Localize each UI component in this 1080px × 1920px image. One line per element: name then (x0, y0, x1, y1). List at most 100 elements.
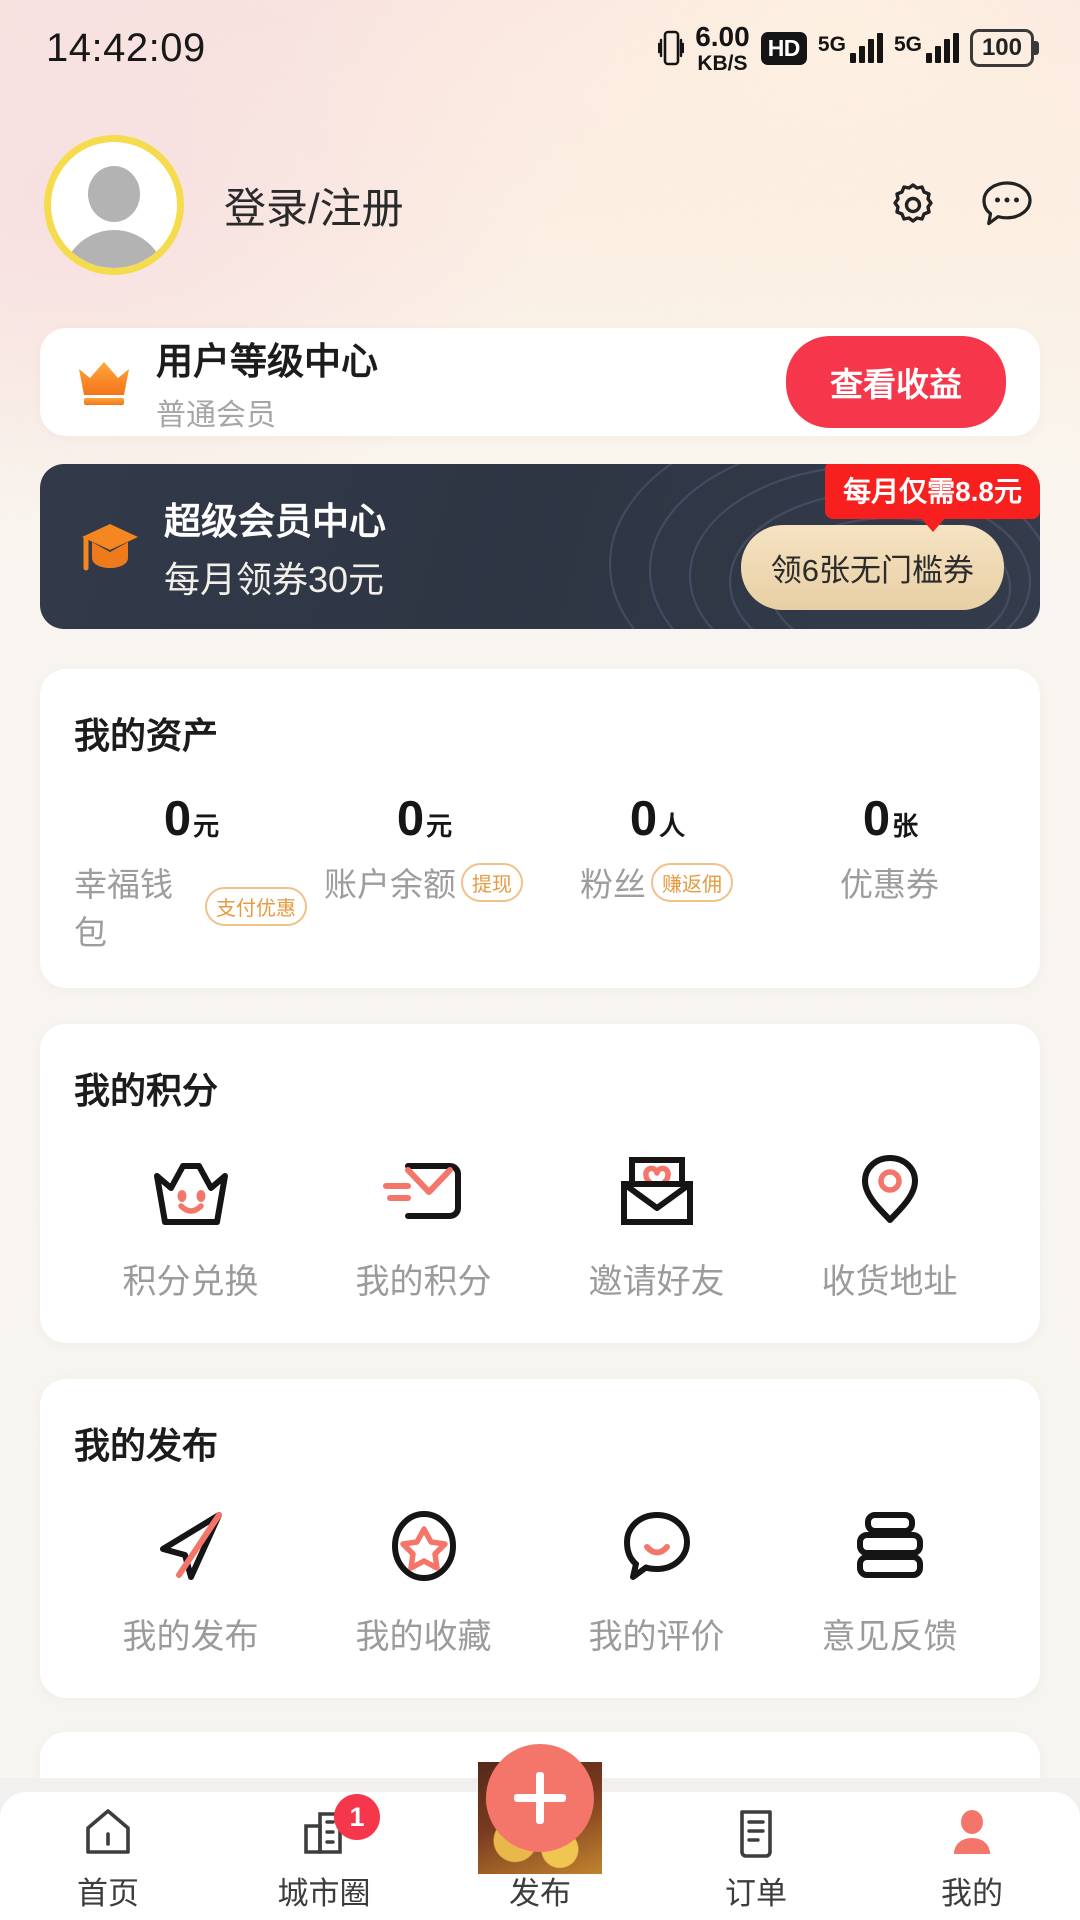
posts-item-reviews[interactable]: 我的评价 (540, 1503, 773, 1658)
super-member-subtitle: 每月领券30元 (164, 558, 385, 600)
asset-item-wallet[interactable]: 0元 幸福钱包 支付优惠 (74, 795, 307, 954)
profile-header: 登录/注册 (0, 96, 1080, 286)
asset-label-row: 优惠券 (840, 858, 939, 906)
crown-icon (74, 356, 134, 408)
signal-bars-2 (925, 33, 959, 63)
points-item-label: 我的积分 (355, 1263, 492, 1301)
vibrate-icon (658, 29, 685, 67)
status-icons: 6.00 KB/S HD 5G 5G 100 (658, 22, 1040, 75)
nav-label: 首页 (77, 1876, 139, 1911)
asset-unit: 人 (659, 811, 686, 841)
network-speed: 6.00 KB/S (695, 22, 750, 75)
asset-pill[interactable]: 提现 (461, 862, 523, 902)
nav-item-publish[interactable]: 发布 (432, 1744, 648, 1913)
super-member-card[interactable]: 超级会员中心 每月领券30元 每月仅需8.8元 领6张无门槛券 (40, 464, 1040, 629)
sim2-network-label: 5G (893, 33, 922, 56)
status-time: 14:42:09 (46, 25, 206, 70)
asset-label: 账户余额 (324, 866, 456, 903)
chat-bubble-icon[interactable] (978, 177, 1036, 233)
points-item-address[interactable]: 收货地址 (773, 1148, 1006, 1303)
nav-label: 发布 (509, 1876, 571, 1911)
signal-bars-1 (849, 33, 883, 63)
nav-item-home[interactable]: 首页 (0, 1806, 216, 1913)
my-points-grid: 积分兑换 我的积分 邀请好友 收货地址 (74, 1148, 1006, 1303)
location-pin-icon (842, 1148, 938, 1234)
posts-item-label: 我的收藏 (355, 1618, 492, 1656)
asset-item-coupon[interactable]: 0张 优惠券 (773, 795, 1006, 954)
claim-coupons-button[interactable]: 领6张无门槛券 (740, 525, 1004, 610)
asset-number: 0 (163, 792, 192, 846)
nav-label: 订单 (725, 1876, 787, 1911)
my-posts-grid: 我的发布 我的收藏 我的评价 意见反馈 (74, 1503, 1006, 1658)
asset-value: 0元 (162, 795, 219, 844)
points-item-exchange[interactable]: 积分兑换 (74, 1148, 307, 1303)
posts-item-label: 我的发布 (122, 1618, 259, 1656)
points-item-my-points[interactable]: 我的积分 (307, 1148, 540, 1303)
envelope-heart-icon (609, 1148, 705, 1234)
asset-value: 0张 (861, 795, 918, 844)
nav-label: 我的 (941, 1876, 1003, 1911)
nav-item-orders[interactable]: 订单 (648, 1806, 864, 1913)
hd-icon: HD (760, 31, 807, 65)
avatar[interactable] (44, 135, 184, 275)
home-icon (80, 1806, 136, 1858)
asset-item-balance[interactable]: 0元 账户余额 提现 (307, 795, 540, 954)
super-member-title: 超级会员中心 (164, 500, 386, 542)
asset-number: 0 (862, 792, 891, 846)
user-level-title: 用户等级中心 (156, 340, 378, 382)
user-level-subtitle: 普通会员 (156, 398, 276, 432)
asset-unit: 元 (193, 811, 220, 841)
asset-label: 优惠券 (840, 866, 939, 903)
asset-value: 0元 (395, 795, 452, 844)
my-assets-row: 0元 幸福钱包 支付优惠 0元 账户余额 提现 0人 粉丝 赚返佣 0张 优惠券 (74, 795, 1006, 954)
nav-badge-city: 1 (334, 1794, 380, 1840)
my-assets-title: 我的资产 (74, 715, 219, 756)
asset-unit: 元 (426, 811, 453, 841)
envelope-speed-icon (376, 1148, 472, 1234)
asset-number: 0 (396, 792, 425, 846)
receipt-icon (728, 1806, 784, 1858)
asset-label: 幸福钱包 (74, 866, 173, 951)
points-item-label: 收货地址 (821, 1263, 958, 1301)
nav-label: 城市圈 (277, 1876, 371, 1911)
points-item-label: 邀请好友 (588, 1263, 725, 1301)
asset-label: 粉丝 (580, 866, 646, 903)
asset-label-row: 幸福钱包 支付优惠 (74, 858, 307, 954)
nav-item-city[interactable]: 1 城市圈 (216, 1794, 432, 1913)
points-item-invite[interactable]: 邀请好友 (540, 1148, 773, 1303)
paper-plane-icon (143, 1503, 239, 1589)
plus-icon[interactable] (486, 1744, 594, 1852)
super-member-texts: 超级会员中心 每月领券30元 (164, 491, 386, 603)
asset-label-row: 账户余额 提现 (324, 858, 523, 906)
user-level-card[interactable]: 用户等级中心 普通会员 查看收益 (40, 328, 1040, 436)
my-posts-title: 我的发布 (74, 1425, 219, 1466)
login-register-link[interactable]: 登录/注册 (224, 175, 404, 236)
view-earnings-button[interactable]: 查看收益 (786, 336, 1006, 428)
asset-item-fans[interactable]: 0人 粉丝 赚返佣 (540, 795, 773, 954)
asset-value: 0人 (628, 795, 685, 844)
posts-item-label: 意见反馈 (821, 1618, 958, 1656)
asset-pill[interactable]: 赚返佣 (651, 862, 733, 902)
posts-item-my-posts[interactable]: 我的发布 (74, 1503, 307, 1658)
my-points-card: 我的积分 积分兑换 我的积分 邀请好友 收货地址 (40, 1024, 1040, 1343)
posts-item-feedback[interactable]: 意见反馈 (773, 1503, 1006, 1658)
asset-pill[interactable]: 支付优惠 (205, 886, 307, 926)
battery-icon: 100 (969, 29, 1040, 67)
my-points-title: 我的积分 (74, 1070, 219, 1111)
speech-smile-icon (609, 1503, 705, 1589)
my-posts-card: 我的发布 我的发布 我的收藏 我的评价 意见反馈 (40, 1379, 1040, 1698)
points-item-label: 积分兑换 (122, 1263, 259, 1301)
person-icon (944, 1806, 1000, 1858)
crown-face-icon (143, 1148, 239, 1234)
posts-item-favorites[interactable]: 我的收藏 (307, 1503, 540, 1658)
signal-sim1-icon: 5G (818, 33, 883, 63)
gear-icon[interactable] (886, 178, 940, 232)
network-speed-unit: KB/S (697, 51, 748, 75)
feedback-box-icon (842, 1503, 938, 1589)
avatar-body (62, 230, 166, 268)
posts-item-label: 我的评价 (588, 1618, 725, 1656)
asset-label-row: 粉丝 赚返佣 (580, 858, 733, 906)
star-circle-icon (376, 1503, 472, 1589)
nav-item-mine[interactable]: 我的 (864, 1806, 1080, 1913)
header-actions (886, 177, 1036, 233)
